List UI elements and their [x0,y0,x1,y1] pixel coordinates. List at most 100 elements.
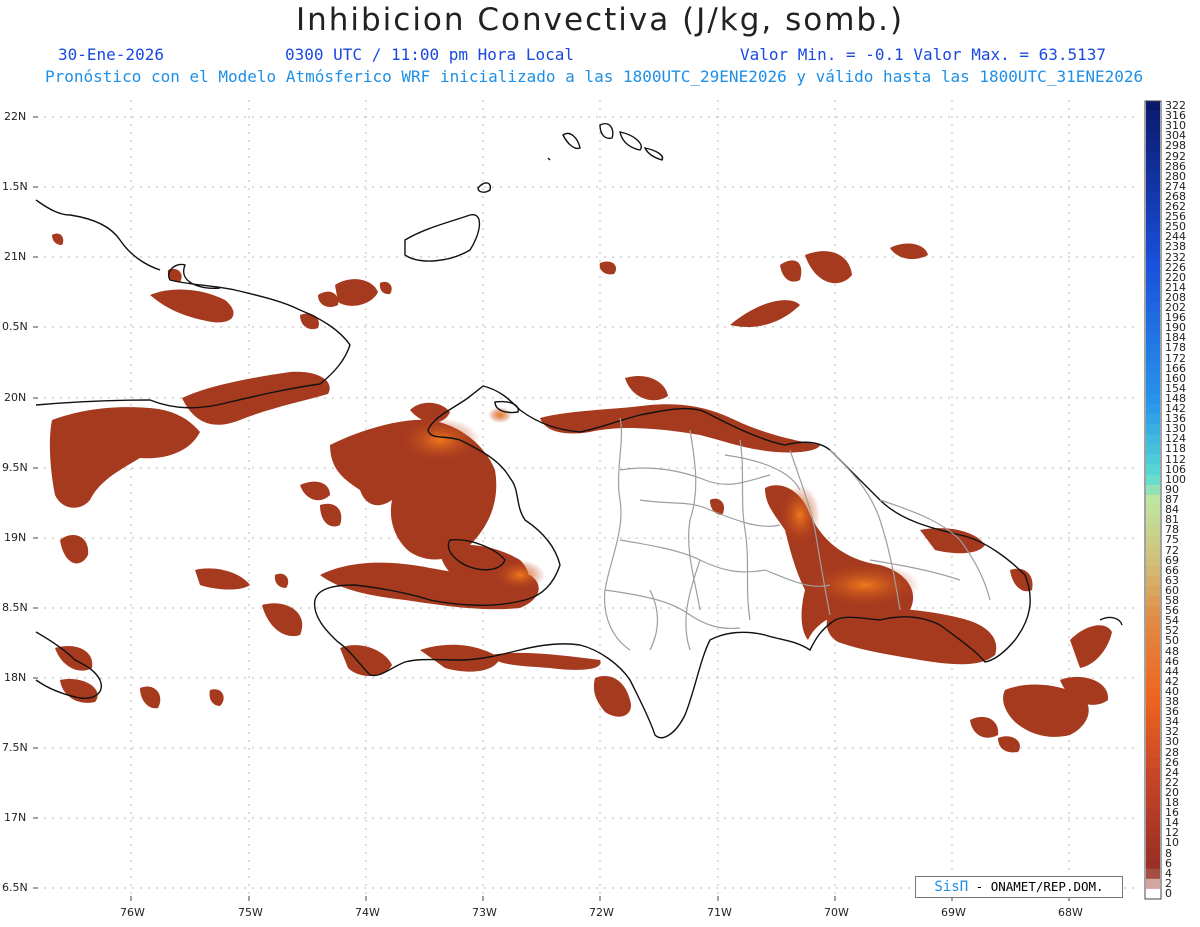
colorbar-swatch [1146,121,1160,132]
lon-label: 72W [589,906,614,919]
colorbar-swatch [1146,757,1160,768]
colorbar-swatch [1146,606,1160,617]
lon-label: 76W [120,906,145,919]
colorbar-swatch [1146,292,1160,304]
colorbar-swatch [1146,575,1160,587]
colorbar-swatch [1146,353,1160,364]
colorbar-swatch [1146,222,1160,233]
colorbar-swatch [1146,868,1160,880]
colorbar-swatch [1146,858,1160,869]
colorbar-swatch [1146,272,1160,284]
colorbar-swatch [1146,767,1160,779]
colorbar-swatch [1146,585,1160,597]
colorbar-swatch [1146,262,1160,274]
colorbar-swatch [1146,666,1160,678]
colorbar-swatch [1146,232,1160,243]
colorbar-swatch [1146,808,1160,819]
lat-grid [36,116,1140,889]
colorbar-swatch [1146,323,1160,334]
colorbar-swatch [1146,717,1160,728]
colorbar-swatch [1146,646,1160,657]
colorbar-swatch [1146,707,1160,718]
lat-label: 18N [4,671,27,684]
cin-shading [49,233,1112,753]
colorbar-swatch [1146,686,1160,698]
colorbar-swatch [1146,424,1160,435]
colorbar-swatch [1146,191,1160,203]
colorbar-swatch [1146,393,1160,405]
colorbar-swatch [1146,484,1160,496]
colorbar-swatch [1146,676,1160,688]
colorbar-swatch [1146,696,1160,708]
lon-label: 70W [824,906,849,919]
colorbar-swatch [1146,333,1160,344]
colorbar-swatch [1146,252,1160,263]
colorbar-swatch [1146,656,1160,667]
colorbar-swatch [1146,545,1160,556]
colorbar-swatch [1146,505,1160,516]
colorbar-swatch [1146,171,1160,183]
lat-label: 8.5N [2,601,28,614]
lon-label: 74W [355,906,380,919]
colorbar-swatch [1146,626,1160,637]
colorbar-swatch [1146,636,1160,647]
lat-label: 9.5N [2,461,28,474]
lat-label: 7.5N [2,741,28,754]
colorbar-swatch [1146,383,1160,395]
colorbar-swatch [1146,515,1160,526]
credit-text: - ONAMET/REP.DOM. [968,879,1104,894]
lat-label: 20N [4,391,27,404]
lon-label: 69W [941,906,966,919]
lat-label: 6.5N [2,881,28,894]
lat-label: 21N [4,250,27,263]
lat-label: 1.5N [2,180,28,193]
map-canvas [33,100,1162,901]
sispi-logo: SisΠ [934,879,969,895]
colorbar-swatch [1146,343,1160,354]
lon-grid [130,100,1070,898]
colorbar-label: 0 [1165,886,1172,900]
lon-label: 73W [472,906,497,919]
colorbar-swatch [1146,373,1160,385]
colorbar-swatch [1146,363,1160,375]
colorbar-swatch [1146,828,1160,839]
lon-label: 68W [1058,906,1083,919]
lon-label: 75W [238,906,263,919]
colorbar-swatch [1146,474,1160,486]
colorbar-swatch [1146,818,1160,829]
colorbar-swatch [1146,282,1160,294]
colorbar-swatch [1146,151,1160,162]
colorbar-swatch [1146,787,1160,799]
colorbar-swatch [1146,141,1160,152]
colorbar-swatch [1146,565,1160,577]
colorbar-swatch [1146,595,1160,607]
colorbar-swatch [1146,434,1160,445]
colorbar-swatch [1146,212,1160,223]
colorbar-swatch [1146,727,1160,738]
colorbar-swatch [1146,838,1160,849]
lat-label: 19N [4,531,27,544]
credit-box: SisΠ - ONAMET/REP.DOM. [915,876,1123,898]
colorbar-swatch [1146,313,1160,324]
colorbar-swatch [1146,454,1160,465]
colorbar-swatch [1146,414,1160,425]
colorbar-swatch [1146,616,1160,627]
colorbar-swatch [1146,777,1160,789]
colorbar-swatch [1146,202,1160,213]
lat-label: 0.5N [2,320,28,333]
colorbar-swatch [1146,464,1160,476]
colorbar-swatch [1146,494,1160,506]
colorbar-swatch [1146,404,1160,415]
lat-label: 17N [4,811,27,824]
colorbar-swatch [1146,888,1160,900]
lat-label: 22N [4,110,27,123]
colorbar-swatch [1146,797,1160,809]
colorbar-swatch [1146,525,1160,536]
colorbar-swatch [1146,131,1160,142]
colorbar-swatch [1146,111,1160,122]
lon-label: 71W [707,906,732,919]
colorbar-swatch [1146,848,1160,859]
colorbar-swatch [1146,535,1160,546]
colorbar-swatch [1146,737,1160,748]
colorbar-swatch [1146,101,1160,112]
